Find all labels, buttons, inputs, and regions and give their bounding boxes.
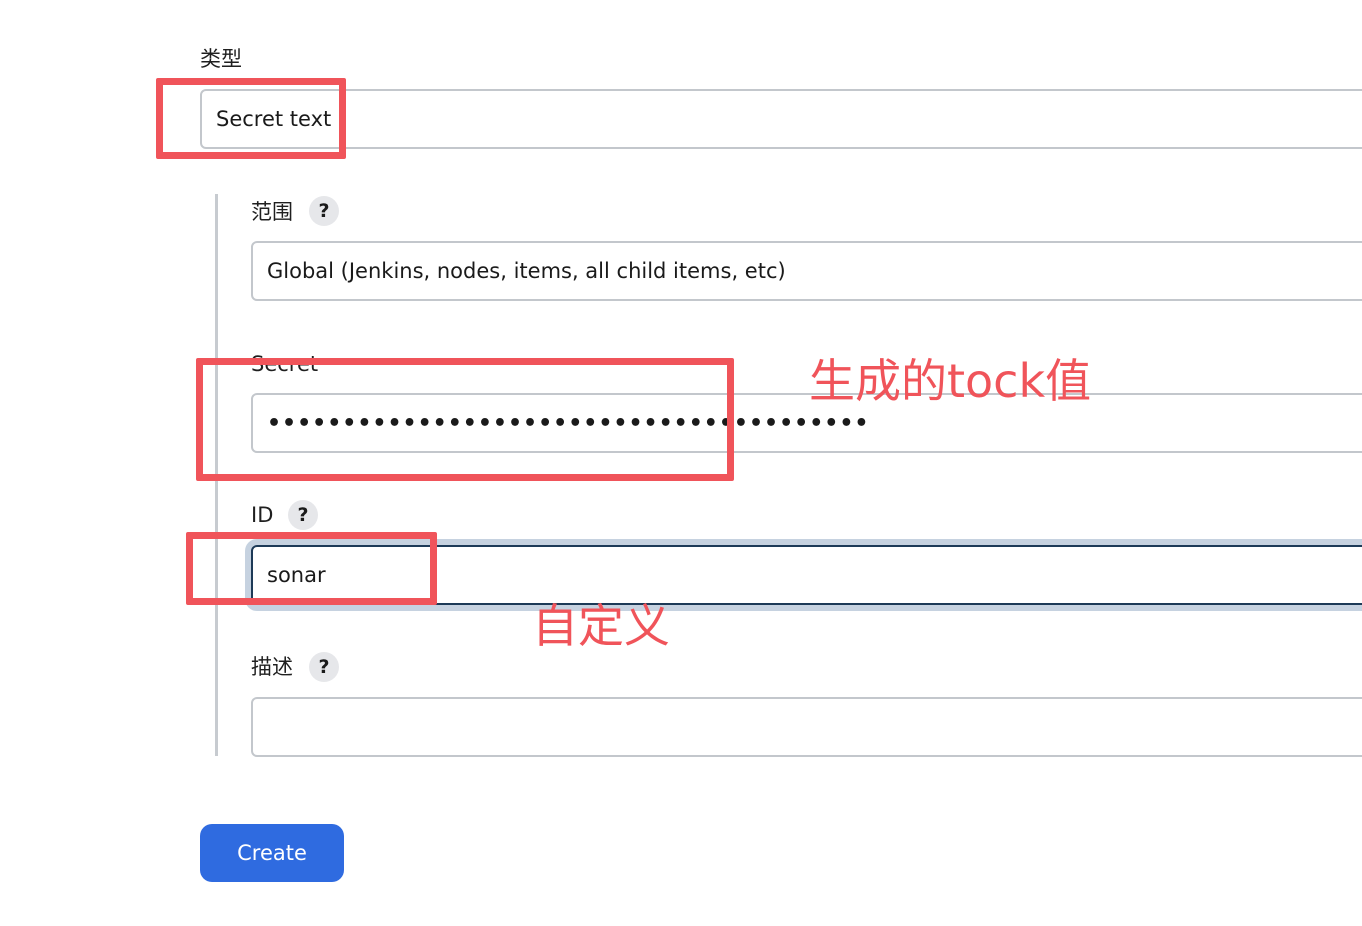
scope-select[interactable]: Global (Jenkins, nodes, items, all child… — [251, 241, 1362, 301]
id-help-icon[interactable]: ? — [288, 500, 318, 530]
id-label: ID — [251, 503, 274, 527]
kind-label: 类型 — [200, 47, 242, 71]
secret-input-value: •••••••••••••••••••••••••••••••••••••••• — [267, 410, 870, 436]
secret-label: Secret — [251, 352, 319, 376]
id-input[interactable]: sonar — [251, 545, 1362, 605]
annotation-secret-note: 生成的tock值 — [809, 354, 1092, 408]
credentials-form-page: 类型 Secret text 范围 ? Global (Jenkins, nod… — [0, 0, 1362, 926]
kind-select[interactable]: Secret text — [200, 89, 1362, 149]
scope-label: 范围 — [251, 200, 293, 224]
description-label: 描述 — [251, 655, 293, 679]
scope-help-icon[interactable]: ? — [309, 196, 339, 226]
kind-select-value: Secret text — [216, 107, 332, 131]
annotation-id-note: 自定义 — [532, 599, 670, 653]
scope-select-value: Global (Jenkins, nodes, items, all child… — [267, 259, 786, 283]
secret-input[interactable]: •••••••••••••••••••••••••••••••••••••••• — [251, 393, 1362, 453]
create-button[interactable]: Create — [200, 824, 344, 882]
id-input-value: sonar — [267, 563, 326, 587]
description-help-icon[interactable]: ? — [309, 652, 339, 682]
section-divider — [215, 194, 218, 756]
description-input[interactable] — [251, 697, 1362, 757]
